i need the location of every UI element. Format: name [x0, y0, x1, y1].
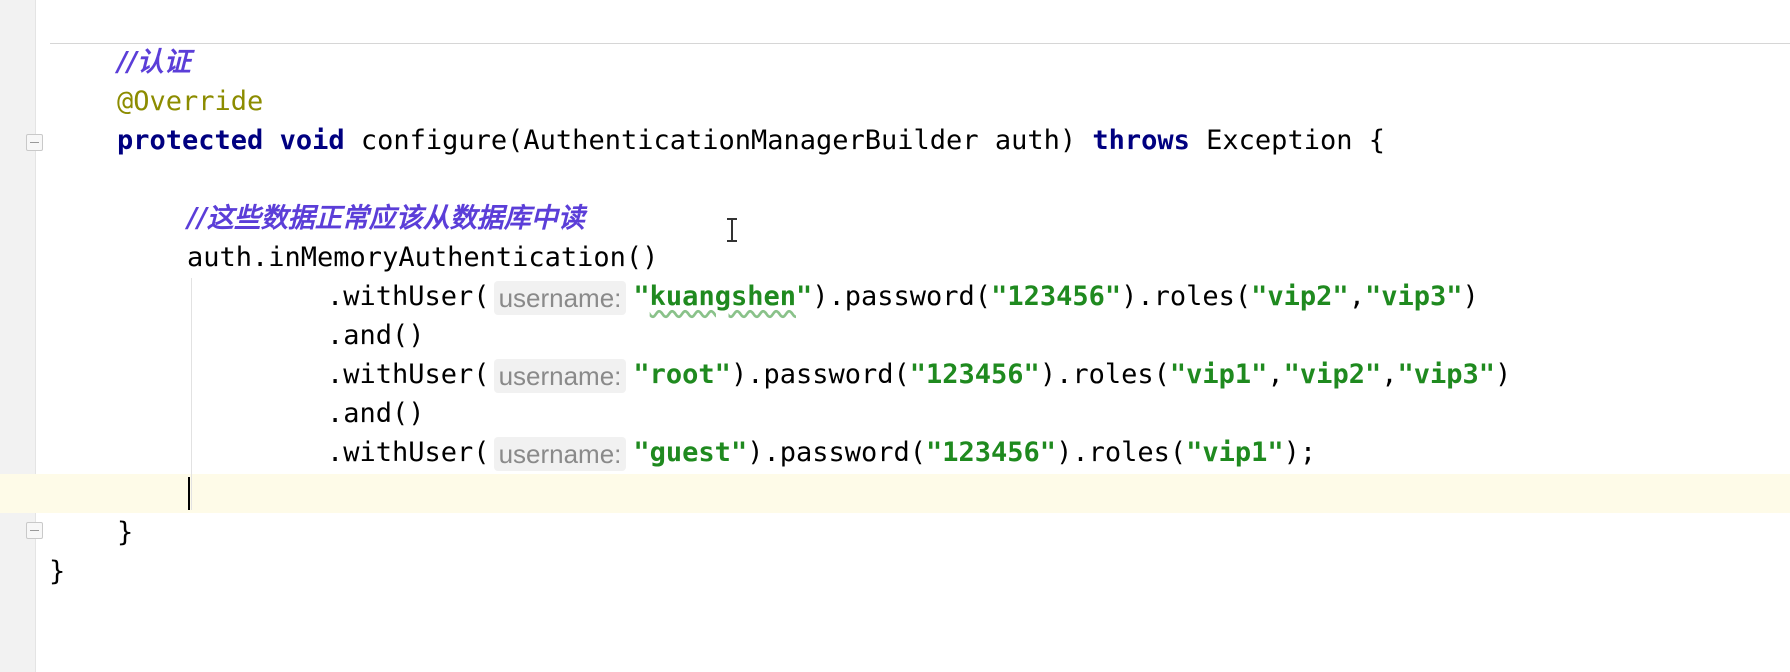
string-literal: "123456" — [926, 437, 1057, 468]
string-literal: "123456" — [991, 281, 1122, 312]
string-literal: "vip1" — [1186, 437, 1284, 468]
code-line[interactable]: protected void configure(AuthenticationM… — [117, 121, 1385, 160]
string-literal: "vip2" — [1283, 359, 1382, 390]
code-text: Exception { — [1189, 125, 1385, 156]
string-literal: " — [795, 281, 813, 312]
code-line[interactable]: //这些数据正常应该从数据库中读 — [187, 199, 585, 238]
code-line[interactable]: @Override — [117, 82, 263, 121]
code-text: , — [1381, 359, 1398, 390]
string-literal: "vip3" — [1364, 281, 1463, 312]
code-text: ) — [1462, 281, 1479, 312]
code-line[interactable]: .withUser(username: "root").password("123… — [327, 355, 1511, 394]
code-comment: //认证 — [117, 47, 191, 78]
string-literal: kuangshen — [649, 281, 796, 312]
code-text: } — [49, 556, 66, 587]
keyword-token: protected — [117, 125, 264, 156]
code-text: ); — [1283, 437, 1317, 468]
editor-gutter — [0, 0, 36, 672]
code-line[interactable]: .withUser(username: "kuangshen").password… — [327, 277, 1479, 316]
code-editor[interactable]: //认证 @Override protected void configure(… — [0, 0, 1790, 672]
keyword-token: throws — [1092, 125, 1190, 156]
code-comment: //这些数据正常应该从数据库中读 — [187, 203, 585, 234]
code-line[interactable]: } — [49, 552, 65, 591]
text-ibeam-cursor-icon — [727, 218, 737, 242]
code-line[interactable]: .and() — [327, 394, 425, 433]
code-text: } — [117, 517, 134, 548]
parameter-hint: username: — [493, 436, 627, 471]
code-text: .withUser( — [327, 359, 490, 390]
code-text: configure(AuthenticationManagerBuilder a… — [344, 125, 1093, 156]
code-text: ) — [1495, 359, 1512, 390]
indent-guide — [191, 278, 192, 510]
code-text: .withUser( — [327, 437, 490, 468]
code-text: .withUser( — [327, 281, 490, 312]
code-text: ).roles( — [1121, 281, 1252, 312]
code-line[interactable]: //认证 — [117, 43, 191, 82]
parameter-hint: username: — [493, 280, 627, 315]
text-caret — [188, 477, 190, 510]
code-text: , — [1348, 281, 1365, 312]
code-text: ).roles( — [1056, 437, 1187, 468]
keyword-token: void — [279, 125, 345, 156]
code-text: ).password( — [812, 281, 992, 312]
fold-icon[interactable] — [26, 522, 43, 539]
code-line[interactable]: .and() — [327, 316, 425, 355]
code-line[interactable]: } — [117, 513, 133, 552]
code-text: .and() — [327, 320, 425, 351]
code-text: auth.inMemoryAuthentication() — [187, 242, 659, 273]
code-text: ).roles( — [1039, 359, 1170, 390]
code-line[interactable]: .withUser(username: "guest").password("12… — [327, 433, 1316, 472]
code-text: , — [1267, 359, 1284, 390]
code-text: ).password( — [730, 359, 910, 390]
fold-icon[interactable] — [26, 134, 43, 151]
method-separator — [50, 43, 1790, 44]
code-text: ).password( — [747, 437, 927, 468]
string-literal: "vip1" — [1169, 359, 1268, 390]
string-literal: "root" — [633, 359, 731, 390]
parameter-hint: username: — [493, 358, 627, 393]
code-line[interactable]: auth.inMemoryAuthentication() — [187, 238, 658, 277]
string-literal: "vip2" — [1251, 281, 1349, 312]
string-literal: "guest" — [633, 437, 748, 468]
annotation-token: @Override — [117, 86, 264, 117]
string-literal: "vip3" — [1397, 359, 1496, 390]
string-literal: " — [633, 281, 650, 312]
string-literal: "123456" — [909, 359, 1040, 390]
current-line-highlight — [0, 474, 1790, 513]
code-text: .and() — [327, 398, 425, 429]
